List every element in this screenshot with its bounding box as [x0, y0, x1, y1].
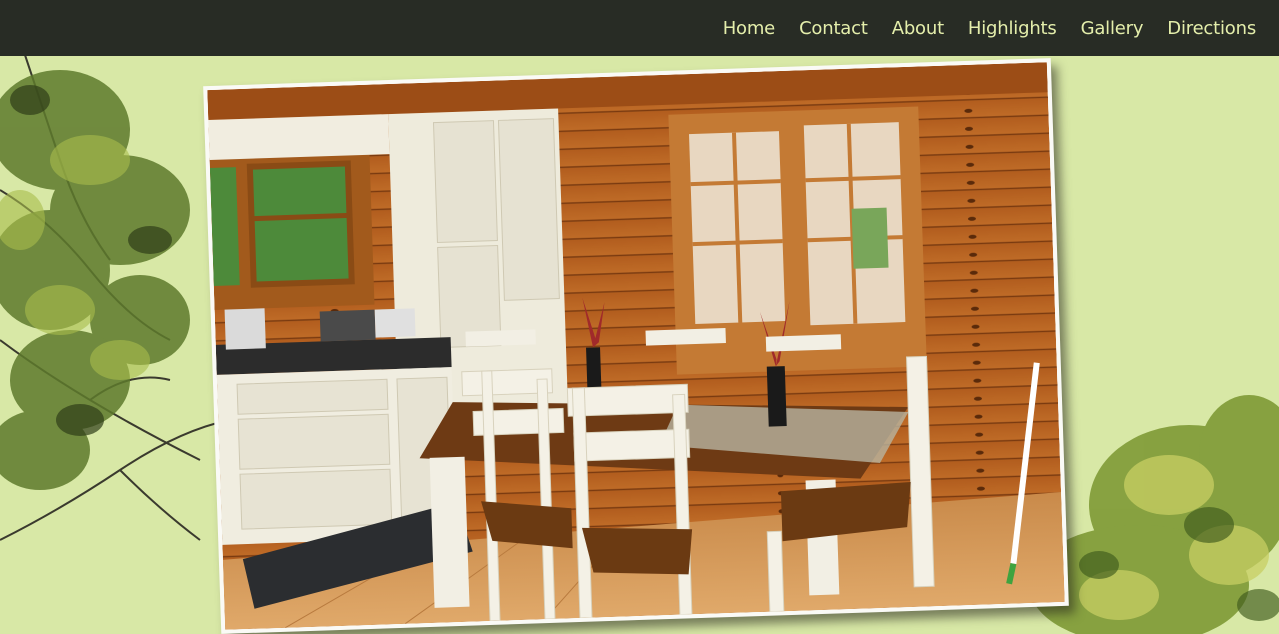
featured-photo-frame: [203, 58, 1069, 634]
kitchen-dining-room-photo: [207, 62, 1065, 630]
nav-home-link[interactable]: Home: [723, 18, 776, 39]
nav-highlights-link[interactable]: Highlights: [968, 18, 1057, 39]
main-nav: Home Contact About Highlights Gallery Di…: [723, 0, 1256, 56]
nav-about-link[interactable]: About: [892, 18, 944, 39]
top-navigation-bar: Home Contact About Highlights Gallery Di…: [0, 0, 1279, 56]
nav-gallery-link[interactable]: Gallery: [1081, 18, 1144, 39]
nav-directions-link[interactable]: Directions: [1167, 18, 1256, 39]
nav-contact-link[interactable]: Contact: [799, 18, 868, 39]
